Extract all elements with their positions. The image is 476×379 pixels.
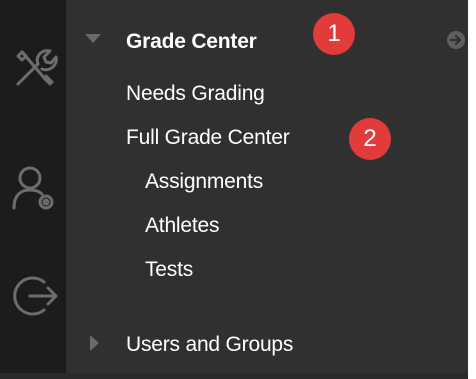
exit-icon[interactable]: [8, 270, 60, 322]
user-settings-icon[interactable]: [8, 162, 60, 214]
menu-item-users-and-groups[interactable]: Users and Groups: [126, 332, 293, 358]
menu-item-athletes[interactable]: Athletes: [145, 213, 219, 239]
callout-badge-2: 2: [349, 118, 391, 160]
menu-item-tests[interactable]: Tests: [145, 257, 193, 283]
callout-badge-1: 1: [313, 13, 355, 55]
menu-header-grade-center[interactable]: Grade Center: [126, 29, 257, 55]
expand-triangle-icon[interactable]: [90, 335, 99, 351]
icon-sidebar: [0, 0, 66, 379]
tools-icon[interactable]: [8, 42, 60, 94]
arrow-right-circle-icon[interactable]: [446, 30, 466, 50]
menu-item-assignments[interactable]: Assignments: [145, 169, 263, 195]
menu-item-needs-grading[interactable]: Needs Grading: [126, 81, 265, 107]
collapse-triangle-icon[interactable]: [85, 34, 101, 43]
grade-center-menu: Grade Center 1 Needs Grading Full Grade …: [66, 0, 465, 379]
bottom-edge: [0, 373, 468, 379]
menu-item-full-grade-center[interactable]: Full Grade Center: [126, 125, 290, 151]
course-management-panel: Grade Center 1 Needs Grading Full Grade …: [0, 0, 468, 379]
